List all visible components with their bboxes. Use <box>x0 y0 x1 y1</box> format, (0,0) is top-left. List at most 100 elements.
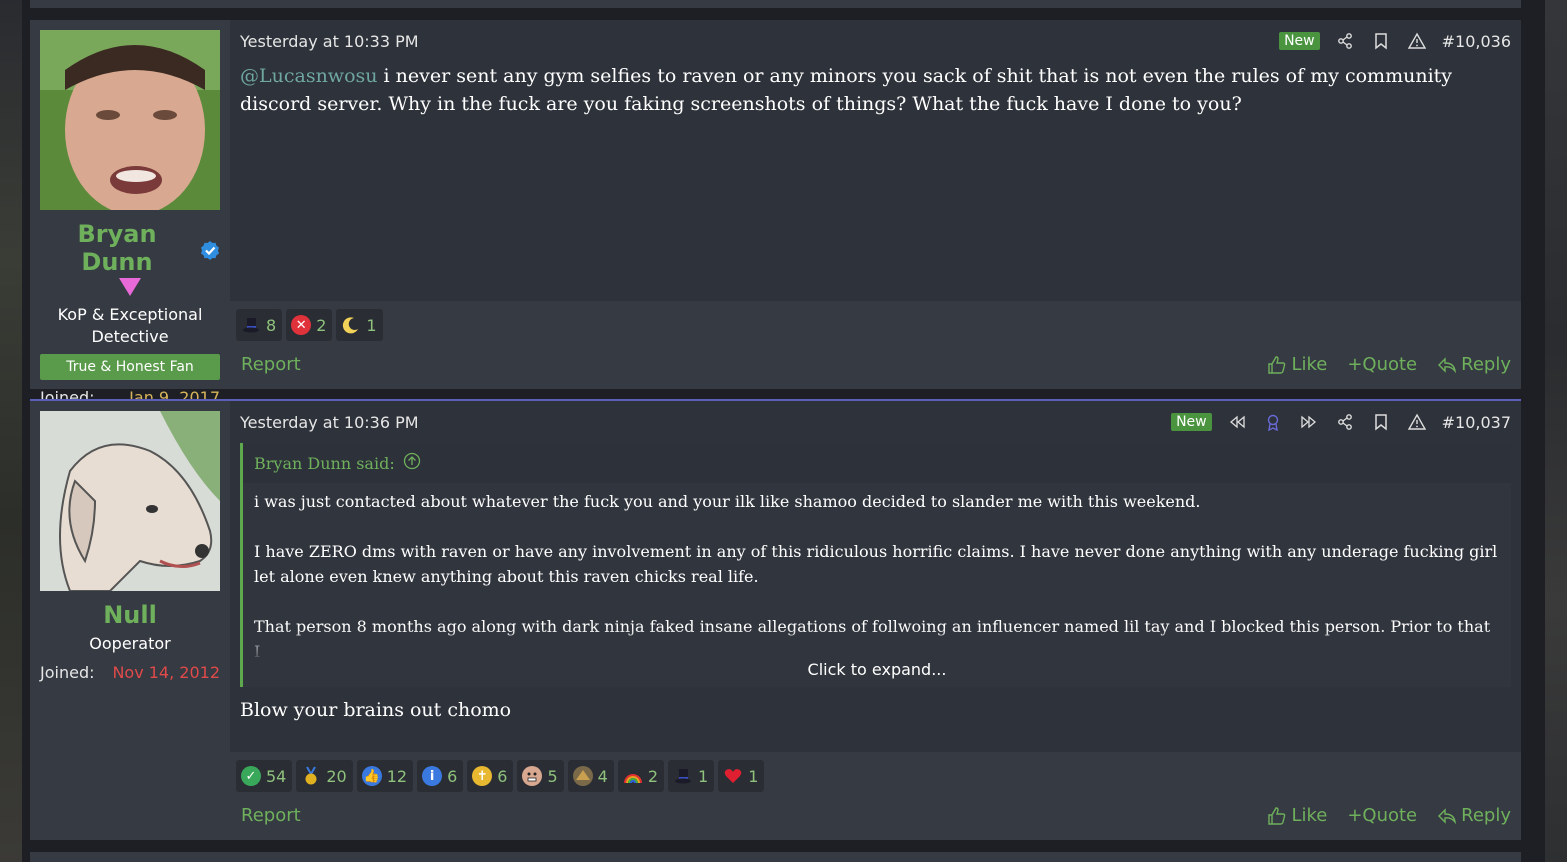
reaction-count: 5 <box>547 766 558 786</box>
quote-block: Bryan Dunn said: i was just contacted ab… <box>240 443 1511 687</box>
bookmark-icon[interactable] <box>1370 30 1392 52</box>
thumbs-up-icon <box>1268 355 1286 374</box>
top-hat-icon <box>241 315 261 335</box>
reaction-face[interactable]: 5 <box>517 760 564 792</box>
cross-icon: ✝ <box>472 766 493 786</box>
share-icon[interactable] <box>1334 411 1356 433</box>
bookmark-icon[interactable] <box>1370 411 1392 433</box>
top-hat-icon <box>673 766 693 786</box>
joined-row: Joined: Nov 14, 2012 <box>40 663 220 682</box>
mention-link[interactable]: @Lucasnwosu <box>240 65 378 87</box>
reply-label: Reply <box>1461 354 1511 375</box>
post-number[interactable]: #10,036 <box>1442 32 1511 51</box>
reaction-count: 1 <box>748 766 759 786</box>
reaction-count: 12 <box>386 766 408 786</box>
reply-icon <box>1438 356 1457 373</box>
post-message-text: i never sent any gym selfies to raven or… <box>240 65 1453 115</box>
reaction-rainbow[interactable]: 2 <box>617 760 665 792</box>
rewind-icon[interactable] <box>1226 411 1248 433</box>
post-meta: Yesterday at 10:33 PM New #10,036 <box>240 30 1511 52</box>
post-footer: 8 ✕ 2 1 Report Like +Quote Reply <box>230 301 1521 389</box>
username[interactable]: Bryan Dunn <box>40 220 220 276</box>
reaction-count: 1 <box>698 766 709 786</box>
right-background-strip <box>1545 0 1567 862</box>
reactions-bar: ✓ 54 20 👍 12 i 6 ✝ 6 5 4 2 1 1 <box>236 760 1511 792</box>
reply-button[interactable]: Reply <box>1437 805 1511 826</box>
reply-button[interactable]: Reply <box>1437 354 1511 375</box>
reaction-info[interactable]: i 6 <box>417 760 464 792</box>
rainbow-icon <box>623 766 643 786</box>
reaction-thumbs-up[interactable]: 👍 12 <box>356 760 414 792</box>
reaction-count: 8 <box>266 315 277 335</box>
quote-author[interactable]: Bryan Dunn said: <box>254 454 395 473</box>
like-label: Like <box>1291 354 1328 375</box>
left-background-strip <box>0 0 22 862</box>
award-icon[interactable] <box>1262 411 1284 433</box>
reaction-count: 4 <box>597 766 608 786</box>
click-to-expand[interactable]: Click to expand... <box>243 660 1511 679</box>
avatar[interactable] <box>40 30 220 210</box>
reaction-count: 2 <box>316 315 327 335</box>
reply-label: Reply <box>1461 805 1511 826</box>
arrow-up-circle-icon[interactable] <box>403 452 421 474</box>
username[interactable]: Null <box>40 601 220 629</box>
reaction-marine[interactable]: 4 <box>567 760 614 792</box>
post: Bryan Dunn KoP & Exceptional Detective T… <box>30 20 1521 407</box>
reaction-count: 54 <box>266 766 287 786</box>
reaction-count: 6 <box>447 766 458 786</box>
post-meta: Yesterday at 10:36 PM New #10,037 <box>240 411 1511 433</box>
post-message-text: Blow your brains out chomo <box>240 699 512 721</box>
post-number[interactable]: #10,037 <box>1442 413 1511 432</box>
post-message: @Lucasnwosu i never sent any gym selfies… <box>240 62 1511 118</box>
report-link[interactable]: Report <box>241 805 301 826</box>
like-button[interactable]: Like <box>1267 354 1327 375</box>
post: Null Ooperator Joined: Nov 14, 2012 Yest… <box>30 399 1521 840</box>
post-content: Yesterday at 10:33 PM New #10,036 @Lucas… <box>230 20 1521 301</box>
reaction-medal[interactable]: 20 <box>296 760 353 792</box>
post-main: Yesterday at 10:36 PM New #10,037 Bryan … <box>230 401 1521 840</box>
user-sidebar: Null Ooperator Joined: Nov 14, 2012 <box>30 401 230 840</box>
post-actions: Like +Quote Reply <box>1267 805 1511 826</box>
quote-header[interactable]: Bryan Dunn said: <box>243 443 1511 483</box>
like-button[interactable]: Like <box>1267 805 1327 826</box>
quote-label: +Quote <box>1347 354 1418 375</box>
joined-label: Joined: <box>40 663 95 682</box>
post-main: Yesterday at 10:33 PM New #10,036 @Lucas… <box>230 20 1521 389</box>
quote-button[interactable]: +Quote <box>1347 354 1417 375</box>
reaction-heart[interactable]: 1 <box>718 760 765 792</box>
reaction-check[interactable]: ✓ 54 <box>236 760 293 792</box>
warning-icon[interactable] <box>1406 411 1428 433</box>
report-link[interactable]: Report <box>241 354 301 375</box>
next-post-edge <box>30 852 1521 862</box>
reaction-red-x[interactable]: ✕ 2 <box>286 309 333 341</box>
reaction-count: 2 <box>647 766 659 786</box>
thumbs-up-icon: 👍 <box>361 766 382 786</box>
new-badge: New <box>1171 413 1212 431</box>
user-title: Ooperator <box>89 634 171 653</box>
reaction-top-hat[interactable]: 8 <box>236 309 283 341</box>
reaction-count: 6 <box>497 766 508 786</box>
reaction-crescent-moon[interactable]: 1 <box>336 309 383 341</box>
share-icon[interactable] <box>1334 30 1356 52</box>
reaction-cross[interactable]: ✝ 6 <box>467 760 514 792</box>
warning-icon[interactable] <box>1406 30 1428 52</box>
quote-button[interactable]: +Quote <box>1347 805 1417 826</box>
quote-paragraph: I have ZERO dms with raven or have any i… <box>254 542 1498 586</box>
user-title: KoP & Exceptional Detective <box>57 305 203 346</box>
avatar[interactable] <box>40 411 220 591</box>
previous-post-edge <box>30 0 1521 8</box>
reaction-top-hat[interactable]: 1 <box>668 760 715 792</box>
username-text[interactable]: Null <box>103 601 157 629</box>
post-footer: ✓ 54 20 👍 12 i 6 ✝ 6 5 4 2 1 1 Report Li… <box>230 752 1521 840</box>
new-badge: New <box>1279 32 1320 50</box>
user-banner: True & Honest Fan <box>40 354 220 380</box>
user-sidebar: Bryan Dunn KoP & Exceptional Detective T… <box>30 20 230 407</box>
fast-forward-icon[interactable] <box>1298 411 1320 433</box>
post-timestamp[interactable]: Yesterday at 10:33 PM <box>240 32 419 51</box>
reply-icon <box>1438 807 1457 824</box>
like-label: Like <box>1291 805 1328 826</box>
post-timestamp[interactable]: Yesterday at 10:36 PM <box>240 413 419 432</box>
quote-label: +Quote <box>1347 805 1418 826</box>
pink-triangle-icon <box>40 278 220 300</box>
username-text[interactable]: Bryan Dunn <box>40 220 194 276</box>
